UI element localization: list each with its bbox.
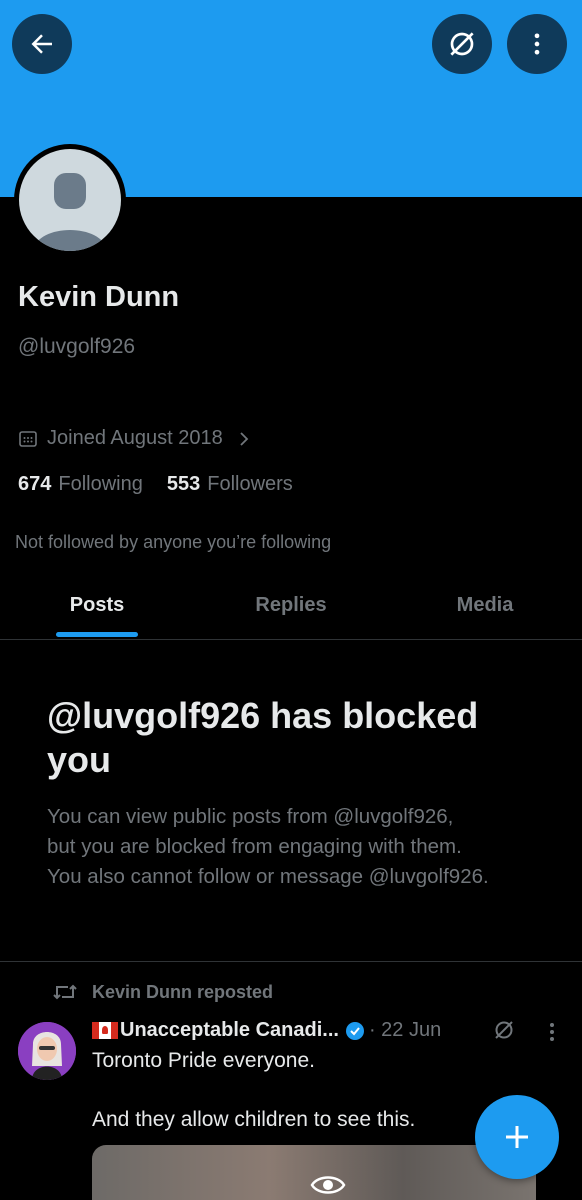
joined-text: Joined August 2018 [47,427,223,449]
divider [0,961,582,962]
tab-posts[interactable]: Posts [56,594,138,617]
plus-icon [506,1126,528,1148]
following-label: Following [58,473,143,495]
post-header: Unacceptable Canadi... · 22 Jun [92,1019,441,1042]
arrow-left-icon [31,34,52,54]
following-stat[interactable]: 674 Following [18,473,143,496]
vertical-dots-icon [550,1023,554,1041]
tab-replies[interactable]: Replies [241,594,341,617]
slashed-circle-icon [495,1021,513,1039]
back-button[interactable] [12,14,72,74]
blocked-status-button[interactable] [432,14,492,74]
post-text-line-2: And they allow children to see this. [92,1108,416,1131]
blocked-line-3: You also cannot follow or message @luvgo… [47,865,489,888]
canada-flag-icon [92,1022,118,1039]
post-text-line-1: Toronto Pride everyone. [92,1049,315,1072]
author-avatar-image [18,1022,76,1080]
calendar-icon [19,430,37,447]
verified-badge-icon [345,1021,364,1040]
repost-icon [53,984,77,1000]
active-tab-indicator [56,632,138,637]
post-more-button[interactable] [546,1020,558,1049]
default-avatar-icon [33,173,107,251]
following-count: 674 [18,473,52,495]
vertical-dots-icon [534,33,540,55]
blocked-line-1: You can view public posts from @luvgolf9… [47,805,454,828]
repost-indicator: Kevin Dunn reposted [52,981,273,1003]
tab-media[interactable]: Media [440,594,530,617]
slashed-circle-icon [450,32,474,56]
blocked-description: You can view public posts from @luvgolf9… [47,802,547,892]
profile-name: Kevin Dunn [18,281,180,313]
post-blocked-indicator[interactable] [492,1018,516,1042]
more-options-button[interactable] [507,14,567,74]
follow-stats: 674 Following 553 Followers [18,473,317,496]
blocked-title: @luvgolf926 has blocked you [47,695,479,780]
profile-handle: @luvgolf926 [18,335,136,358]
joined-date-row[interactable]: Joined August 2018 [18,427,251,450]
followers-count: 553 [166,473,201,495]
eye-icon [310,1176,346,1194]
followers-label: Followers [207,473,293,495]
followers-stat[interactable]: 553 Followers [167,473,293,496]
blocked-line-2: but you are blocked from engaging with t… [47,835,462,858]
compose-post-button[interactable] [475,1095,559,1179]
chevron-right-icon [240,431,248,446]
post-time: · 22 Jun [368,1019,442,1041]
profile-tabs: Posts Replies Media [0,588,582,640]
post-author-avatar[interactable] [18,1022,76,1080]
not-followed-text: Not followed by anyone you’re following [15,532,332,552]
post-author-name[interactable]: Unacceptable Canadi... [120,1019,339,1042]
repost-label: Kevin Dunn reposted [92,981,274,1002]
profile-avatar[interactable] [14,144,126,256]
